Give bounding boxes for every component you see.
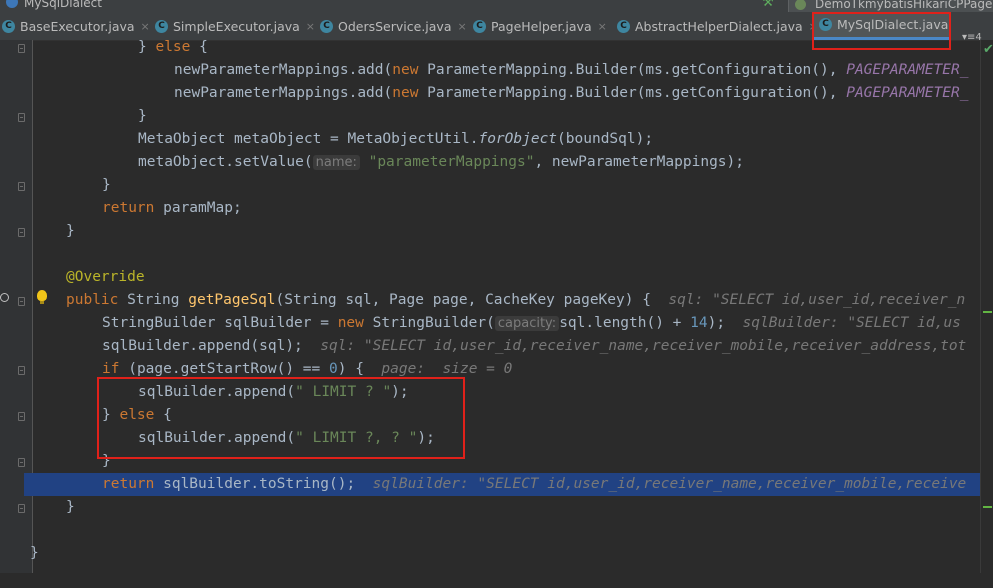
code-line[interactable]: MetaObject metaObject = MetaObjectUtil.f…	[0, 128, 993, 151]
tab-label: AbstractHelperDialect.java	[635, 18, 803, 34]
close-icon[interactable]: ×	[598, 20, 607, 33]
debug-value: sql: "SELECT id,user_id,receiver_name,re…	[320, 338, 967, 354]
class-icon: C	[320, 19, 333, 33]
tab-label: BaseExecutor.java	[20, 18, 135, 34]
tab-label: OdersService.java	[338, 18, 452, 34]
debug-value: sqlBuilder: "SELECT id,us	[742, 315, 961, 331]
code-line[interactable]: }	[0, 220, 993, 243]
code-line[interactable]: }	[0, 542, 993, 565]
code-line[interactable]: @Override	[0, 266, 993, 289]
class-icon: C	[2, 19, 15, 33]
close-icon[interactable]: ×	[457, 20, 466, 33]
code-line-selected[interactable]: return sqlBuilder.toString(); sqlBuilder…	[24, 473, 993, 496]
spring-boot-icon	[795, 0, 806, 10]
code-line[interactable]: return paramMap;	[0, 197, 993, 220]
close-icon[interactable]: ×	[141, 20, 150, 33]
debug-value: page: size = 0	[381, 361, 513, 377]
code-line[interactable]: }	[0, 174, 993, 197]
code-line[interactable]: } else {	[0, 36, 993, 59]
class-icon: C	[473, 19, 486, 33]
error-stripe	[980, 40, 993, 573]
warning-marker[interactable]	[983, 506, 992, 508]
code-line[interactable]: newParameterMappings.add(new ParameterMa…	[0, 59, 993, 82]
warning-marker[interactable]	[983, 311, 992, 313]
code-line[interactable]: }	[0, 105, 993, 128]
check-icon[interactable]: ✔	[983, 42, 993, 57]
hammer-icon[interactable]: ⚒	[762, 0, 774, 10]
code-line[interactable]: }	[0, 496, 993, 519]
code-line[interactable]: newParameterMappings.add(new ParameterMa…	[0, 82, 993, 105]
parameter-hint: name:	[312, 155, 360, 170]
code-line[interactable]: sqlBuilder.append(sql); sql: "SELECT id,…	[0, 335, 993, 358]
code-line[interactable]: metaObject.setValue(name: "parameterMapp…	[0, 151, 993, 174]
tab-label: PageHelper.java	[491, 18, 592, 34]
window-title: MySqlDialect	[24, 0, 102, 10]
code-line[interactable]: StringBuilder sqlBuilder = new StringBui…	[0, 312, 993, 335]
debug-value: sqlBuilder: "SELECT id,user_id,receiver_…	[372, 476, 967, 492]
class-icon: C	[617, 19, 630, 33]
class-icon: C	[155, 19, 168, 33]
tab-label: SimpleExecutor.java	[173, 18, 300, 34]
run-configuration-dropdown[interactable]: DemoTkmybatisHikariCPPageH	[788, 0, 993, 12]
title-bar: MySqlDialect ⚒ DemoTkmybatisHikariCPPage…	[0, 0, 993, 12]
run-configuration-label: DemoTkmybatisHikariCPPageH	[815, 0, 993, 11]
app-logo-icon	[6, 0, 18, 8]
code-line[interactable]: public String getPageSql(String sql, Pag…	[0, 289, 993, 312]
debug-value: sql: "SELECT id,user_id,receiver_n	[668, 292, 966, 308]
parameter-hint: capacity:	[494, 316, 560, 331]
highlight-box-limit-block	[97, 377, 465, 459]
close-icon[interactable]: ×	[306, 20, 315, 33]
